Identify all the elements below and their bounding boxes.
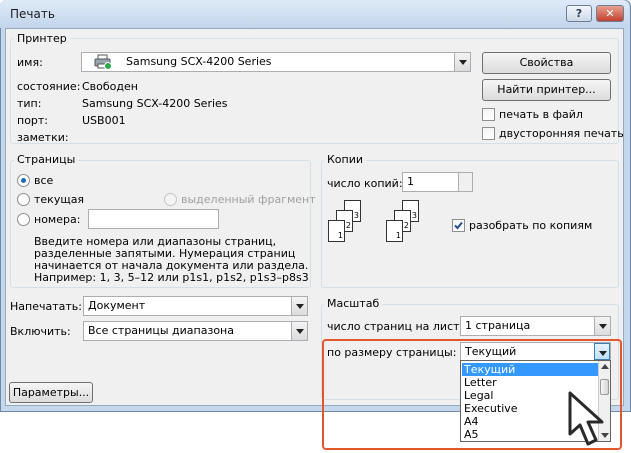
print-to-file-checkbox[interactable] — [482, 108, 495, 121]
pages-current-radio[interactable] — [17, 193, 30, 206]
type-value: Samsung SCX-4200 Series — [82, 97, 228, 110]
properties-button[interactable]: Свойства — [482, 52, 611, 74]
pages-per-sheet-value: 1 страница — [465, 319, 531, 332]
copies-count-value: 1 — [407, 175, 414, 188]
pages-selection-label: выделенный фрагмент — [181, 193, 316, 206]
pages-current-label[interactable]: текущая — [34, 193, 84, 206]
pages-per-sheet-select[interactable]: 1 страница — [460, 316, 611, 336]
pages-numbers-radio[interactable] — [17, 213, 30, 226]
pages-hint-line: Например: 1, 3, 5–12 или p1s1, p1s2, p1s… — [34, 271, 309, 284]
port-value: USB001 — [82, 114, 126, 127]
copies-group-label: Копии — [324, 153, 367, 166]
collate-label[interactable]: разобрать по копиям — [469, 219, 592, 232]
chevron-down-icon[interactable] — [291, 297, 307, 315]
check-icon — [454, 221, 463, 230]
include-select[interactable]: Все страницы диапазона — [83, 321, 308, 341]
status-value: Свободен — [82, 80, 138, 93]
mouse-cursor-icon — [568, 391, 604, 446]
port-label: порт: — [17, 114, 49, 127]
page-sheet: 1 — [328, 220, 345, 242]
copies-count-spinner[interactable]: 1 — [402, 172, 473, 192]
pages-per-sheet-label: число страниц на листе: — [327, 320, 470, 333]
printer-icon — [94, 54, 112, 70]
pages-hint: Введите номера или диапазоны страниц, ра… — [34, 236, 309, 284]
include-label: Включить: — [10, 325, 71, 338]
printer-name-value: Samsung SCX-4200 Series — [126, 55, 272, 68]
title-bar[interactable] — [0, 0, 629, 28]
pages-group-label: Страницы — [14, 153, 79, 166]
pages-all-radio[interactable] — [17, 174, 30, 187]
collate-illustration-right: 3 2 1 — [386, 200, 436, 252]
notes-label: заметки: — [17, 131, 69, 144]
status-label: состояние: — [17, 80, 81, 93]
print-what-label: Напечатать: — [10, 300, 82, 313]
copies-count-label: число копий: — [327, 177, 403, 190]
print-to-file-label[interactable]: печать в файл — [499, 108, 583, 121]
duplex-label[interactable]: двусторонняя печать — [499, 127, 624, 140]
find-printer-button[interactable]: Найти принтер... — [482, 79, 611, 101]
window-title: Печать — [10, 7, 55, 21]
collate-illustration-left: 3 2 1 — [328, 200, 378, 252]
chevron-down-icon[interactable] — [291, 322, 307, 340]
zoom-group-label: Масштаб — [324, 297, 383, 310]
printer-name-label: имя: — [17, 56, 43, 69]
pages-numbers-input[interactable] — [88, 209, 219, 229]
pages-all-label[interactable]: все — [34, 174, 53, 187]
pages-selection-radio — [164, 193, 177, 206]
type-label: тип: — [17, 97, 42, 110]
print-what-value: Документ — [88, 299, 146, 312]
chevron-down-icon[interactable] — [454, 53, 470, 71]
print-what-select[interactable]: Документ — [83, 296, 308, 316]
pages-numbers-label[interactable]: номера: — [34, 213, 80, 226]
options-button[interactable]: Параметры... — [9, 382, 93, 403]
collate-checkbox[interactable] — [452, 219, 465, 232]
help-button[interactable]: ? — [566, 5, 592, 22]
printer-group-label: Принтер — [14, 32, 70, 45]
chevron-down-icon[interactable] — [594, 317, 610, 335]
duplex-checkbox[interactable] — [482, 127, 495, 140]
spinner-arrows-icon[interactable] — [458, 173, 472, 191]
printer-name-select[interactable]: Samsung SCX-4200 Series — [81, 52, 471, 72]
close-button[interactable]: ✕ — [596, 5, 624, 22]
include-value: Все страницы диапазона — [88, 324, 234, 337]
page-sheet: 1 — [386, 220, 403, 242]
